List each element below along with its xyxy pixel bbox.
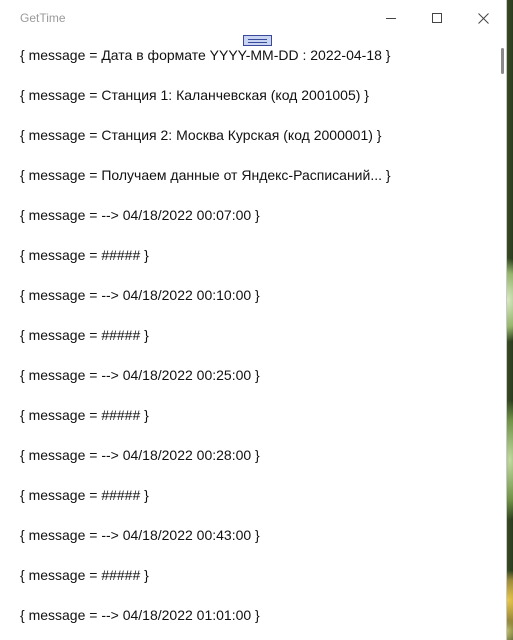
maximize-icon: [432, 13, 442, 23]
minimize-button[interactable]: [368, 0, 414, 36]
app-window: GetTime {message = Дата в формате YYYY-…: [0, 0, 507, 640]
close-button[interactable]: [460, 0, 506, 36]
list-item: { message = ##### }: [20, 567, 149, 583]
list-item: { message = ##### }: [20, 407, 149, 423]
close-icon: [477, 12, 489, 24]
list-item: { message = --> 04/18/2022 00:28:00 }: [20, 447, 260, 463]
title-bar[interactable]: GetTime: [0, 0, 506, 46]
list-item: { message = Получаем данные от Яндекс-Ра…: [20, 167, 391, 183]
list-item: { message = --> 04/18/2022 01:01:00 }: [20, 607, 260, 623]
maximize-button[interactable]: [414, 0, 460, 36]
list-item: { message = ##### }: [20, 247, 149, 263]
list-item: { message = --> 04/18/2022 00:43:00 }: [20, 527, 260, 543]
list-item: { message = ##### }: [20, 487, 149, 503]
window-title: GetTime: [20, 11, 66, 25]
list-item: { message = Станция 1: Каланчевская (код…: [20, 87, 369, 103]
list-item: { message = Станция 2: Москва Курская (к…: [20, 127, 382, 143]
list-item: { message = ##### }: [20, 327, 149, 343]
list-item: { message = Дата в формате YYYY-MM-DD : …: [20, 47, 391, 63]
list-item: { message = --> 04/18/2022 00:07:00 }: [20, 207, 260, 223]
minimize-icon: [386, 18, 396, 19]
window-controls: [368, 0, 506, 36]
list-item: { message = --> 04/18/2022 00:10:00 }: [20, 287, 260, 303]
message-area: { message = Дата в формате YYYY-MM-DD : …: [0, 36, 506, 640]
list-item: { message = --> 04/18/2022 00:25:00 }: [20, 367, 260, 383]
scrollbar-thumb[interactable]: [501, 48, 504, 74]
